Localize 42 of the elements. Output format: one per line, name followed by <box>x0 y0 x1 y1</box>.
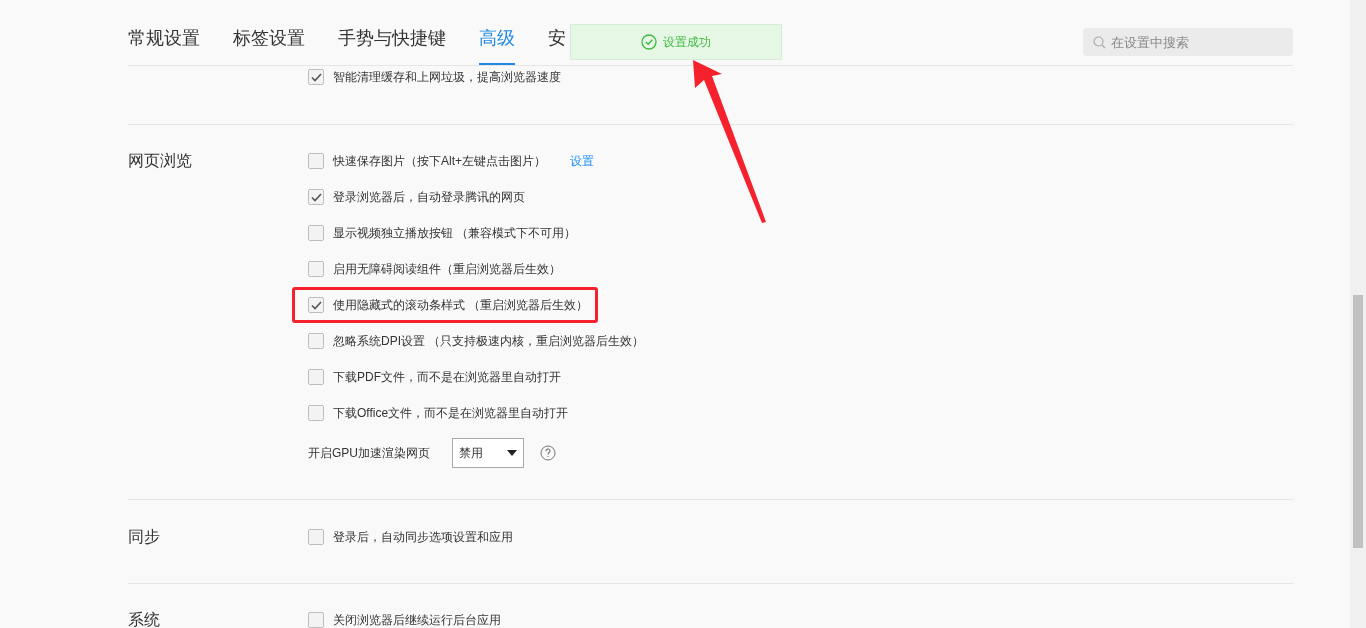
search-field[interactable]: 在设置中搜索 <box>1083 28 1293 56</box>
check-circle-icon <box>641 34 657 50</box>
settings-tab[interactable]: 高级 <box>479 19 515 65</box>
check-icon <box>310 300 322 310</box>
option-label: 使用隐藏式的滚动条样式 （重启浏览器后生效） <box>333 297 589 314</box>
settings-tab[interactable]: 安 <box>548 19 566 65</box>
option-label: 忽略系统DPI设置 （只支持极速内核，重启浏览器后生效） <box>333 333 645 350</box>
scrollbar-thumb[interactable] <box>1353 295 1363 548</box>
caret-icon <box>507 450 517 456</box>
section-title: 同步 <box>128 527 160 547</box>
check-icon <box>310 72 322 82</box>
checkbox[interactable] <box>308 405 324 421</box>
toast: 设置成功 <box>570 24 782 60</box>
option-label: 下载PDF文件，而不是在浏览器里自动打开 <box>333 369 561 386</box>
gpu-select[interactable]: 禁用 <box>452 438 524 468</box>
option-label: 快速保存图片（按下Alt+左键点击图片） <box>333 153 546 170</box>
checkbox[interactable] <box>308 261 324 277</box>
option-label: 智能清理缓存和上网垃圾，提高浏览器速度 <box>333 69 561 86</box>
checkbox[interactable] <box>308 529 324 545</box>
section-title: 系统 <box>128 610 160 628</box>
checkbox[interactable] <box>308 225 324 241</box>
section-title: 网页浏览 <box>128 151 192 171</box>
checkbox[interactable] <box>308 153 324 169</box>
checkbox[interactable] <box>308 69 324 85</box>
option-label: 下载Office文件，而不是在浏览器里自动打开 <box>333 405 569 422</box>
settings-tab[interactable]: 标签设置 <box>233 19 305 65</box>
help-icon[interactable] <box>540 445 556 461</box>
checkbox[interactable] <box>308 297 324 313</box>
option-label: 显示视频独立播放按钮 （兼容模式下不可用） <box>333 225 577 242</box>
option-label: 关闭浏览器后继续运行后台应用 <box>333 612 501 628</box>
check-icon <box>310 192 322 202</box>
checkbox[interactable] <box>308 369 324 385</box>
option-label: 启用无障碍阅读组件（重启浏览器后生效） <box>333 261 561 278</box>
checkbox[interactable] <box>308 333 324 349</box>
checkbox[interactable] <box>308 612 324 628</box>
checkbox[interactable] <box>308 189 324 205</box>
option-label: 登录后，自动同步选项设置和应用 <box>333 529 513 546</box>
option-label: 登录浏览器后，自动登录腾讯的网页 <box>333 189 525 206</box>
option-label: 开启GPU加速渲染网页 <box>308 445 430 462</box>
settings-tab[interactable]: 手势与快捷键 <box>338 19 446 65</box>
search-icon <box>1093 36 1106 49</box>
settings-tab[interactable]: 常规设置 <box>128 19 200 65</box>
